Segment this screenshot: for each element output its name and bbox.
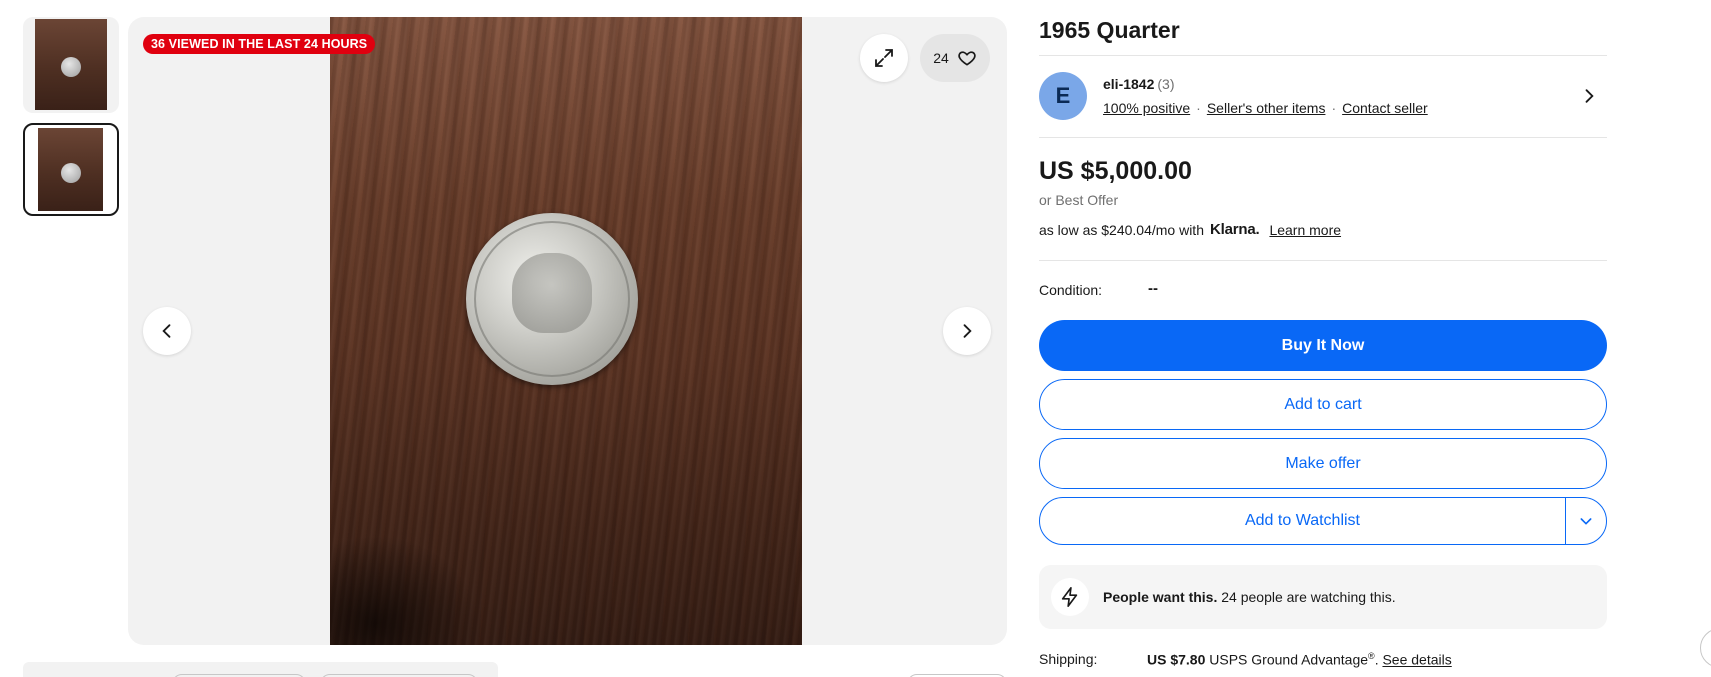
divider — [1039, 137, 1607, 138]
people-want-this-banner: People want this. 24 people are watching… — [1039, 565, 1607, 629]
divider — [1039, 55, 1607, 56]
seller-avatar[interactable]: E — [1039, 72, 1087, 120]
seller-name[interactable]: eli-1842 — [1103, 76, 1154, 92]
thumbnail-2-selected[interactable] — [23, 123, 119, 216]
floating-edge-button[interactable] — [1700, 628, 1711, 668]
viewed-badge: 36 VIEWED IN THE LAST 24 HOURS — [143, 34, 376, 54]
chevron-down-icon — [1580, 518, 1592, 525]
registered-mark: ® — [1368, 651, 1375, 661]
heart-icon — [958, 51, 976, 66]
shipping-value: US $7.80 USPS Ground Advantage®. See det… — [1147, 651, 1452, 668]
seller-name-line: eli-1842 (3) — [1103, 76, 1175, 92]
shipping-price: US $7.80 — [1147, 651, 1206, 668]
chevron-left-icon — [162, 324, 171, 338]
lightning-bolt-icon — [1061, 587, 1078, 607]
people-want-this-bold: People want this. — [1103, 589, 1218, 605]
listing-title: 1965 Quarter — [1039, 17, 1180, 43]
seller-feedback-count: (3) — [1157, 76, 1175, 92]
expand-button[interactable] — [860, 34, 908, 82]
seller-details-button[interactable] — [1579, 86, 1599, 111]
contact-seller-link[interactable]: Contact seller — [1342, 100, 1428, 116]
divider — [1039, 260, 1607, 261]
watch-count: 24 — [933, 50, 949, 66]
shipping-label: Shipping: — [1039, 651, 1098, 667]
make-offer-button[interactable]: Make offer — [1039, 438, 1607, 489]
coin-image — [466, 213, 638, 385]
klarna-learn-more-link[interactable]: Learn more — [1269, 222, 1341, 238]
main-product-photo[interactable] — [330, 17, 802, 645]
add-to-watchlist-button[interactable]: Add to Watchlist — [1040, 498, 1566, 544]
thumbnail-1[interactable] — [23, 17, 119, 113]
watch-count-button[interactable]: 24 — [920, 34, 990, 82]
thumbnail-image — [38, 128, 103, 211]
watchlist-button-group: Add to Watchlist — [1039, 497, 1607, 545]
chevron-right-icon — [963, 324, 972, 338]
people-watching-text: People want this. 24 people are watching… — [1103, 589, 1396, 605]
watchlist-dropdown-button[interactable] — [1566, 498, 1606, 544]
next-image-button[interactable] — [943, 307, 991, 355]
add-to-cart-button[interactable]: Add to cart — [1039, 379, 1607, 430]
klarna-financing: as low as $240.04/mo with Klarna. Learn … — [1039, 221, 1341, 238]
klarna-logo: Klarna. — [1209, 221, 1260, 238]
people-watching-count: 24 people are watching this. — [1217, 589, 1396, 605]
image-gallery: 36 VIEWED IN THE LAST 24 HOURS 24 — [128, 17, 1007, 645]
item-price: US $5,000.00 — [1039, 157, 1192, 185]
shipping-see-details-link[interactable]: See details — [1382, 652, 1451, 668]
previous-image-button[interactable] — [143, 307, 191, 355]
seller-links: 100% positive · Seller's other items · C… — [1103, 100, 1428, 116]
best-offer-text: or Best Offer — [1039, 192, 1119, 208]
buy-it-now-button[interactable]: Buy It Now — [1039, 320, 1607, 371]
condition-value: -- — [1148, 280, 1158, 297]
shipping-service: USPS Ground Advantage — [1205, 651, 1369, 668]
klarna-text: as low as $240.04/mo with — [1039, 221, 1204, 238]
seller-other-items-link[interactable]: Seller's other items — [1207, 100, 1326, 116]
positive-feedback-link[interactable]: 100% positive — [1103, 100, 1190, 116]
expand-icon — [875, 49, 893, 67]
condition-label: Condition: — [1039, 282, 1103, 298]
chevron-right-icon — [1585, 89, 1594, 103]
thumbnail-image — [35, 19, 107, 110]
bolt-icon-wrap — [1051, 578, 1089, 616]
